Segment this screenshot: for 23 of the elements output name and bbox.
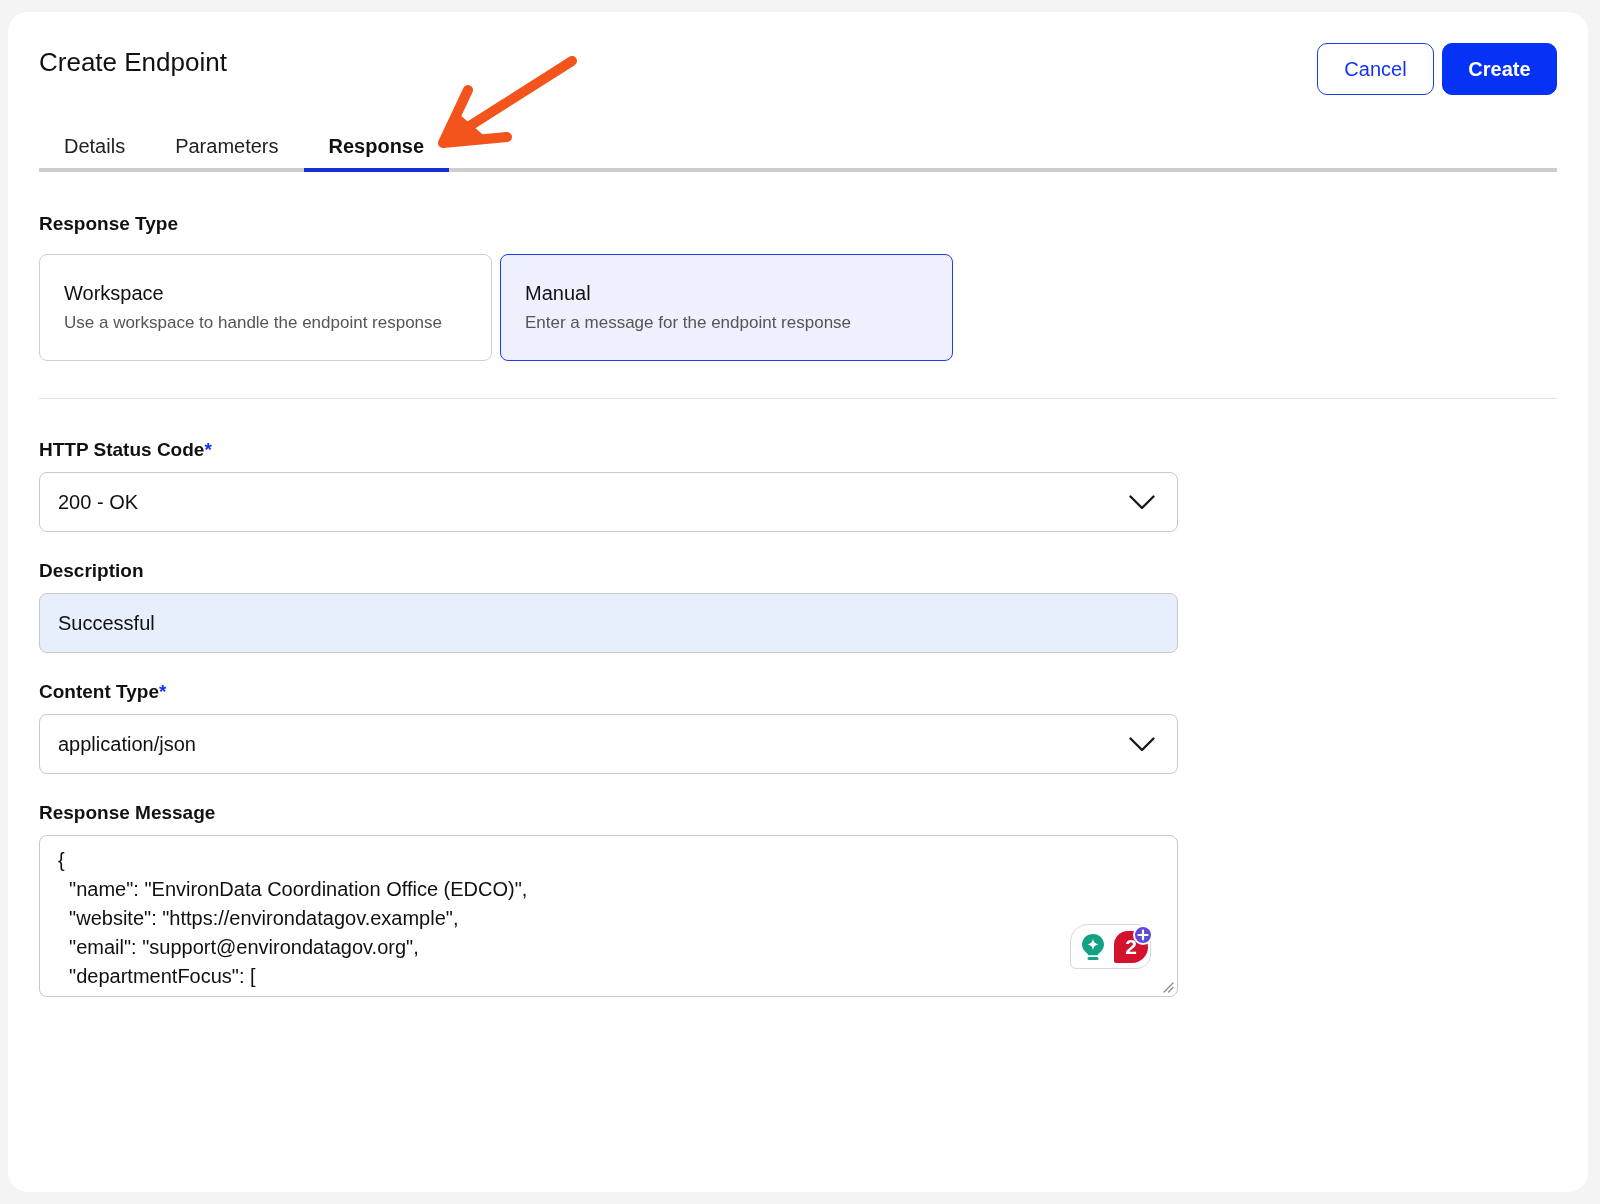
- section-label: Response Type: [39, 212, 179, 236]
- response-type-option[interactable]: Manual Enter a message for the endpoint response: [500, 254, 953, 361]
- tab[interactable]: Details: [39, 122, 151, 172]
- field-label: HTTP Status Code: [39, 438, 205, 462]
- tab[interactable]: Response: [303, 122, 450, 172]
- field-label: Response Message: [39, 801, 216, 825]
- dropdown-field[interactable]: application/json: [39, 714, 1178, 774]
- resize-handle-icon[interactable]: [1163, 982, 1174, 993]
- writing-assistant-widget[interactable]: 2: [1070, 924, 1151, 969]
- text-input-field[interactable]: Successful: [39, 593, 1178, 653]
- required-asterisk: *: [204, 438, 212, 462]
- cancel-button[interactable]: Cancel: [1317, 43, 1434, 95]
- tab[interactable]: Parameters: [150, 122, 304, 172]
- dropdown-field[interactable]: 200 - OK: [39, 472, 1178, 532]
- response-type-option[interactable]: Workspace Use a workspace to handle the endpoint response: [39, 254, 492, 361]
- field-label: Description: [39, 559, 144, 583]
- field-label: Content Type: [39, 680, 159, 704]
- chevron-down-icon: [1129, 736, 1155, 752]
- required-asterisk: *: [159, 680, 167, 704]
- page-title: Create Endpoint: [39, 46, 227, 79]
- chevron-down-icon: [1129, 494, 1155, 510]
- create-button[interactable]: Create: [1442, 43, 1557, 95]
- lightbulb-icon: [1082, 933, 1104, 960]
